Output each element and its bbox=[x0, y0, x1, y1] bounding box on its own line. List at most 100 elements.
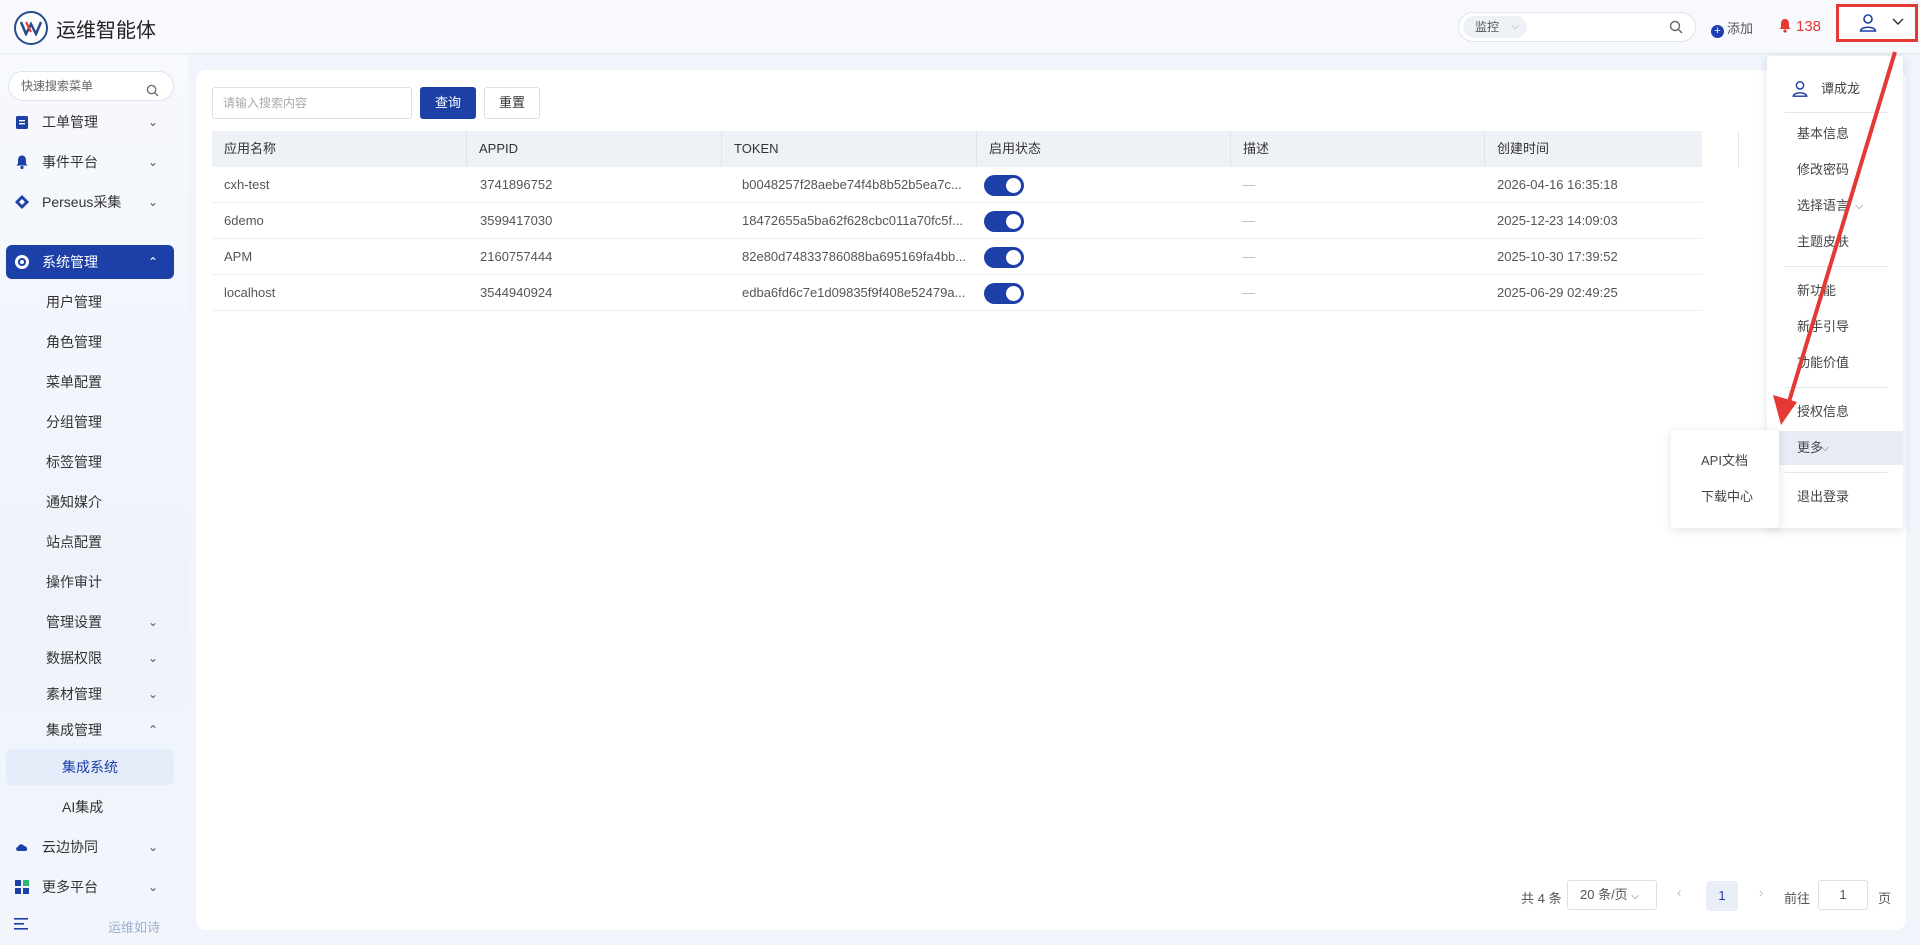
sidebar-subitem[interactable]: 管理设置 ⌄ bbox=[6, 604, 174, 640]
menu-item-basic-info[interactable]: 基本信息 bbox=[1767, 117, 1903, 151]
sidebar-item-system[interactable]: 系统管理 ⌃ bbox=[6, 245, 174, 279]
cell-name: cxh-test bbox=[224, 177, 270, 192]
cell-token: 82e80d74833786088ba695169fa4bb... bbox=[742, 249, 967, 264]
menu-item-theme[interactable]: 主题皮肤 bbox=[1767, 225, 1903, 259]
alert-button[interactable]: 138 bbox=[1778, 18, 1821, 35]
app-logo[interactable] bbox=[14, 11, 48, 45]
sidebar-subitem[interactable]: 分组管理 bbox=[6, 404, 174, 440]
alert-count: 138 bbox=[1796, 18, 1822, 35]
sidebar-subitem[interactable]: 标签管理 bbox=[6, 444, 174, 480]
search-scope-select[interactable]: 监控 ⌵ bbox=[1463, 16, 1527, 38]
chevron-up-icon: ⌃ bbox=[147, 723, 158, 737]
sidebar-subitem[interactable]: 操作审计 bbox=[6, 564, 174, 600]
sidebar-subitem-integration-system[interactable]: 集成系统 bbox=[6, 749, 174, 785]
search-input[interactable]: 请输入搜索内容 bbox=[212, 87, 412, 119]
toggle-knob bbox=[1006, 250, 1021, 265]
next-page-icon[interactable]: › bbox=[1759, 885, 1763, 900]
sidebar-item-label: 更多平台 bbox=[42, 879, 98, 895]
sidebar-subitem-label: 集成管理 bbox=[46, 722, 102, 738]
sidebar-subitem[interactable]: 通知媒介 bbox=[6, 484, 174, 520]
status-toggle[interactable] bbox=[984, 211, 1024, 232]
table-row[interactable]: localhost 3544940924 edba6fd6c7e1d09835f… bbox=[212, 275, 1702, 311]
sidebar-item-cloud-edge[interactable]: 云边协同 ⌄ bbox=[6, 830, 174, 864]
sidebar-item-label: 系统管理 bbox=[42, 254, 98, 270]
cell-token: 18472655a5ba62f628cbc011a70fc5f... bbox=[742, 213, 963, 228]
sidebar-footer: 运维如诗 bbox=[14, 917, 160, 935]
sidebar-item-more-platforms[interactable]: 更多平台 ⌄ bbox=[6, 870, 174, 904]
menu-search-placeholder: 快速搜索菜单 bbox=[21, 79, 94, 93]
search-scope-label: 监控 bbox=[1475, 20, 1500, 34]
chevron-down-icon bbox=[1892, 18, 1904, 26]
status-toggle[interactable] bbox=[984, 247, 1024, 268]
menu-user-header: 谭成龙 bbox=[1791, 74, 1891, 104]
column-header: 描述 bbox=[1231, 131, 1485, 167]
sidebar: 快速搜索菜单 工单管理 ⌄ 事件平台 ⌄ Perseus采集 ⌄ 系统管理 ⌃ … bbox=[0, 55, 188, 945]
sidebar-subitem-label: 分组管理 bbox=[46, 414, 102, 430]
cell-appid: 3544940924 bbox=[480, 285, 553, 300]
table-row[interactable]: APM 2160757444 82e80d74833786088ba695169… bbox=[212, 239, 1702, 275]
sidebar-subitem-label: 管理设置 bbox=[46, 614, 102, 630]
sidebar-subitem[interactable]: 菜单配置 bbox=[6, 364, 174, 400]
status-toggle[interactable] bbox=[984, 175, 1024, 196]
menu-item-change-password[interactable]: 修改密码 bbox=[1767, 153, 1903, 187]
menu-item-license[interactable]: 授权信息 bbox=[1767, 395, 1903, 429]
bell-icon bbox=[16, 155, 28, 170]
cell-appid: 2160757444 bbox=[480, 249, 553, 264]
gear-icon bbox=[15, 255, 29, 269]
toggle-knob bbox=[1006, 286, 1021, 301]
page-number[interactable]: 1 bbox=[1706, 881, 1738, 911]
menu-divider bbox=[1785, 472, 1887, 473]
reset-button[interactable]: 重置 bbox=[484, 87, 540, 119]
column-header: 应用名称 bbox=[212, 131, 467, 167]
sidebar-subitem-label: 通知媒介 bbox=[46, 494, 102, 510]
table-header: 应用名称 APPID TOKEN 启用状态 描述 创建时间 bbox=[212, 131, 1739, 167]
submenu-item-download-center[interactable]: 下载中心 bbox=[1671, 480, 1779, 514]
page-size-select[interactable]: 20 条/页 ⌵ bbox=[1567, 880, 1657, 910]
sidebar-item-events[interactable]: 事件平台 ⌄ bbox=[6, 145, 174, 179]
cell-created: 2025-06-29 02:49:25 bbox=[1497, 285, 1618, 300]
sidebar-subitem[interactable]: 用户管理 bbox=[6, 284, 174, 320]
sidebar-subitem[interactable]: 数据权限 ⌄ bbox=[6, 640, 174, 676]
menu-item-label: 选择语言 bbox=[1797, 198, 1850, 213]
table-row[interactable]: cxh-test 3741896752 b0048257f28aebe74f4b… bbox=[212, 167, 1702, 203]
query-button[interactable]: 查询 bbox=[420, 87, 476, 119]
goto-page-input[interactable]: 1 bbox=[1818, 880, 1868, 910]
goto-label: 前往 bbox=[1784, 891, 1811, 906]
sidebar-subitem[interactable]: 集成管理 ⌃ bbox=[6, 712, 174, 748]
sidebar-item-perseus[interactable]: Perseus采集 ⌄ bbox=[6, 185, 174, 219]
sidebar-subitem-label: 集成系统 bbox=[62, 759, 118, 775]
sidebar-subitem[interactable]: 角色管理 bbox=[6, 324, 174, 360]
sidebar-item-ticket[interactable]: 工单管理 ⌄ bbox=[6, 105, 174, 139]
status-toggle[interactable] bbox=[984, 283, 1024, 304]
chevron-down-icon: ⌄ bbox=[147, 880, 158, 894]
cell-created: 2025-12-23 14:09:03 bbox=[1497, 213, 1618, 228]
submenu-item-api-docs[interactable]: API文档 bbox=[1671, 444, 1779, 478]
more-submenu: API文档 下载中心 bbox=[1671, 430, 1779, 528]
collapse-menu-icon[interactable] bbox=[14, 917, 30, 931]
sidebar-subitem-ai-integration[interactable]: AI集成 bbox=[6, 789, 174, 825]
cell-token: edba6fd6c7e1d09835f9f408e52479a... bbox=[742, 285, 966, 300]
menu-search-input[interactable]: 快速搜索菜单 bbox=[8, 71, 174, 101]
ticket-icon bbox=[16, 116, 28, 129]
menu-item-feature-value[interactable]: 功能价值 bbox=[1767, 346, 1903, 380]
page-size-label: 20 条/页 bbox=[1580, 887, 1628, 902]
prev-page-icon[interactable]: ‹ bbox=[1677, 885, 1681, 900]
global-search-input[interactable]: 监控 ⌵ bbox=[1458, 12, 1696, 42]
sidebar-subitem[interactable]: 站点配置 bbox=[6, 524, 174, 560]
menu-item-more[interactable]: 更多 ⌵ bbox=[1767, 431, 1903, 465]
chevron-down-icon: ⌄ bbox=[147, 840, 158, 854]
user-dropdown-menu: 谭成龙 基本信息 修改密码 选择语言 ⌵ 主题皮肤 新功能 新手引导 功能价值 授… bbox=[1767, 56, 1903, 528]
menu-item-guide[interactable]: 新手引导 bbox=[1767, 310, 1903, 344]
user-menu-button[interactable] bbox=[1836, 4, 1918, 42]
menu-divider bbox=[1785, 387, 1887, 388]
toggle-knob bbox=[1006, 178, 1021, 193]
add-button[interactable]: + 添加 bbox=[1711, 18, 1753, 38]
table-row[interactable]: 6demo 3599417030 18472655a5ba62f628cbc01… bbox=[212, 203, 1702, 239]
menu-item-language[interactable]: 选择语言 ⌵ bbox=[1767, 189, 1903, 223]
menu-item-new-features[interactable]: 新功能 bbox=[1767, 274, 1903, 308]
sidebar-subitem[interactable]: 素材管理 ⌄ bbox=[6, 676, 174, 712]
search-icon[interactable] bbox=[1669, 20, 1683, 37]
sidebar-footer-label: 运维如诗 bbox=[108, 920, 161, 935]
menu-item-logout[interactable]: 退出登录 bbox=[1767, 480, 1903, 514]
sidebar-subitem-label: 素材管理 bbox=[46, 686, 102, 702]
